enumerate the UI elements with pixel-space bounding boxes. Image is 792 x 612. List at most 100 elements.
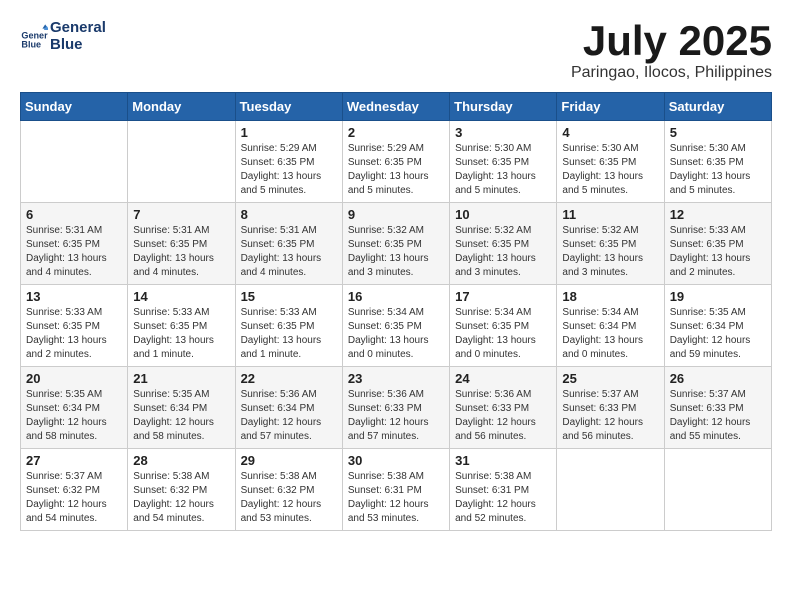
calendar-day-cell: 7 Sunrise: 5:31 AM Sunset: 6:35 PM Daylig… bbox=[128, 203, 235, 285]
day-number: 8 bbox=[241, 207, 337, 222]
day-info: Sunrise: 5:32 AM Sunset: 6:35 PM Dayligh… bbox=[455, 224, 551, 280]
weekday-header-cell: Saturday bbox=[664, 93, 771, 121]
calendar-day-cell bbox=[664, 449, 771, 531]
calendar-body: 1 Sunrise: 5:29 AM Sunset: 6:35 PM Daylig… bbox=[21, 121, 772, 531]
day-info: Sunrise: 5:30 AM Sunset: 6:35 PM Dayligh… bbox=[562, 142, 658, 198]
day-number: 14 bbox=[133, 289, 229, 304]
calendar-week-row: 27Sunrise: 5:37 AM Sunset: 6:32 PM Dayli… bbox=[21, 449, 772, 531]
calendar-day-cell: 21 Sunrise: 5:35 AM Sunset: 6:34 PM Dayli… bbox=[128, 367, 235, 449]
day-info: Sunrise: 5:36 AM Sunset: 6:33 PM Dayligh… bbox=[455, 388, 551, 444]
calendar-day-cell: 15 Sunrise: 5:33 AM Sunset: 6:35 PM Dayli… bbox=[235, 285, 342, 367]
day-info: Sunrise: 5:32 AM Sunset: 6:35 PM Dayligh… bbox=[348, 224, 444, 280]
day-number: 22 bbox=[241, 371, 337, 386]
calendar-day-cell: 29Sunrise: 5:38 AM Sunset: 6:32 PM Dayli… bbox=[235, 449, 342, 531]
day-info: Sunrise: 5:32 AM Sunset: 6:35 PM Dayligh… bbox=[562, 224, 658, 280]
day-info: Sunrise: 5:38 AM Sunset: 6:31 PM Dayligh… bbox=[348, 470, 444, 526]
day-number: 16 bbox=[348, 289, 444, 304]
day-number: 25 bbox=[562, 371, 658, 386]
day-number: 4 bbox=[562, 125, 658, 140]
calendar-week-row: 6 Sunrise: 5:31 AM Sunset: 6:35 PM Daylig… bbox=[21, 203, 772, 285]
day-number: 6 bbox=[26, 207, 122, 222]
day-info: Sunrise: 5:31 AM Sunset: 6:35 PM Dayligh… bbox=[26, 224, 122, 280]
day-number: 15 bbox=[241, 289, 337, 304]
calendar-day-cell: 1 Sunrise: 5:29 AM Sunset: 6:35 PM Daylig… bbox=[235, 121, 342, 203]
calendar-day-cell: 27Sunrise: 5:37 AM Sunset: 6:32 PM Dayli… bbox=[21, 449, 128, 531]
day-info: Sunrise: 5:30 AM Sunset: 6:35 PM Dayligh… bbox=[455, 142, 551, 198]
calendar-day-cell: 9Sunrise: 5:32 AM Sunset: 6:35 PM Daylig… bbox=[342, 203, 449, 285]
day-number: 1 bbox=[241, 125, 337, 140]
day-number: 10 bbox=[455, 207, 551, 222]
calendar-day-cell bbox=[557, 449, 664, 531]
logo-icon: General Blue bbox=[20, 23, 48, 51]
day-info: Sunrise: 5:36 AM Sunset: 6:34 PM Dayligh… bbox=[241, 388, 337, 444]
day-info: Sunrise: 5:38 AM Sunset: 6:32 PM Dayligh… bbox=[133, 470, 229, 526]
day-info: Sunrise: 5:35 AM Sunset: 6:34 PM Dayligh… bbox=[670, 306, 766, 362]
day-info: Sunrise: 5:30 AM Sunset: 6:35 PM Dayligh… bbox=[670, 142, 766, 198]
day-info: Sunrise: 5:29 AM Sunset: 6:35 PM Dayligh… bbox=[241, 142, 337, 198]
calendar-day-cell: 8 Sunrise: 5:31 AM Sunset: 6:35 PM Daylig… bbox=[235, 203, 342, 285]
calendar-day-cell: 11 Sunrise: 5:32 AM Sunset: 6:35 PM Dayli… bbox=[557, 203, 664, 285]
calendar-day-cell: 18 Sunrise: 5:34 AM Sunset: 6:34 PM Dayli… bbox=[557, 285, 664, 367]
weekday-header-row: SundayMondayTuesdayWednesdayThursdayFrid… bbox=[21, 93, 772, 121]
day-number: 7 bbox=[133, 207, 229, 222]
svg-text:Blue: Blue bbox=[21, 39, 41, 49]
day-info: Sunrise: 5:35 AM Sunset: 6:34 PM Dayligh… bbox=[26, 388, 122, 444]
day-info: Sunrise: 5:33 AM Sunset: 6:35 PM Dayligh… bbox=[133, 306, 229, 362]
day-info: Sunrise: 5:35 AM Sunset: 6:34 PM Dayligh… bbox=[133, 388, 229, 444]
weekday-header-cell: Monday bbox=[128, 93, 235, 121]
day-number: 18 bbox=[562, 289, 658, 304]
calendar-week-row: 1 Sunrise: 5:29 AM Sunset: 6:35 PM Daylig… bbox=[21, 121, 772, 203]
calendar-day-cell: 2Sunrise: 5:29 AM Sunset: 6:35 PM Daylig… bbox=[342, 121, 449, 203]
page-header: General Blue General Blue July 2025 Pari… bbox=[20, 20, 772, 82]
calendar-day-cell: 4 Sunrise: 5:30 AM Sunset: 6:35 PM Daylig… bbox=[557, 121, 664, 203]
calendar-week-row: 20Sunrise: 5:35 AM Sunset: 6:34 PM Dayli… bbox=[21, 367, 772, 449]
logo-general: General bbox=[50, 20, 106, 37]
day-number: 2 bbox=[348, 125, 444, 140]
calendar-day-cell bbox=[128, 121, 235, 203]
day-info: Sunrise: 5:38 AM Sunset: 6:32 PM Dayligh… bbox=[241, 470, 337, 526]
calendar-day-cell: 26Sunrise: 5:37 AM Sunset: 6:33 PM Dayli… bbox=[664, 367, 771, 449]
day-number: 26 bbox=[670, 371, 766, 386]
day-number: 19 bbox=[670, 289, 766, 304]
calendar-day-cell: 19 Sunrise: 5:35 AM Sunset: 6:34 PM Dayli… bbox=[664, 285, 771, 367]
calendar-day-cell: 25 Sunrise: 5:37 AM Sunset: 6:33 PM Dayli… bbox=[557, 367, 664, 449]
weekday-header-cell: Thursday bbox=[450, 93, 557, 121]
calendar-day-cell: 10 Sunrise: 5:32 AM Sunset: 6:35 PM Dayli… bbox=[450, 203, 557, 285]
month-title: July 2025 bbox=[571, 20, 772, 62]
calendar-day-cell: 12Sunrise: 5:33 AM Sunset: 6:35 PM Dayli… bbox=[664, 203, 771, 285]
day-number: 11 bbox=[562, 207, 658, 222]
day-number: 17 bbox=[455, 289, 551, 304]
calendar-day-cell: 14 Sunrise: 5:33 AM Sunset: 6:35 PM Dayli… bbox=[128, 285, 235, 367]
day-info: Sunrise: 5:34 AM Sunset: 6:34 PM Dayligh… bbox=[562, 306, 658, 362]
day-info: Sunrise: 5:37 AM Sunset: 6:33 PM Dayligh… bbox=[562, 388, 658, 444]
calendar-day-cell: 23 Sunrise: 5:36 AM Sunset: 6:33 PM Dayli… bbox=[342, 367, 449, 449]
weekday-header-cell: Tuesday bbox=[235, 93, 342, 121]
day-number: 21 bbox=[133, 371, 229, 386]
weekday-header-cell: Sunday bbox=[21, 93, 128, 121]
weekday-header-cell: Wednesday bbox=[342, 93, 449, 121]
day-number: 12 bbox=[670, 207, 766, 222]
calendar-day-cell: 16 Sunrise: 5:34 AM Sunset: 6:35 PM Dayli… bbox=[342, 285, 449, 367]
calendar-table: SundayMondayTuesdayWednesdayThursdayFrid… bbox=[20, 92, 772, 531]
day-info: Sunrise: 5:34 AM Sunset: 6:35 PM Dayligh… bbox=[455, 306, 551, 362]
logo-blue: Blue bbox=[50, 37, 106, 54]
calendar-day-cell: 20Sunrise: 5:35 AM Sunset: 6:34 PM Dayli… bbox=[21, 367, 128, 449]
day-number: 23 bbox=[348, 371, 444, 386]
day-number: 5 bbox=[670, 125, 766, 140]
day-info: Sunrise: 5:31 AM Sunset: 6:35 PM Dayligh… bbox=[241, 224, 337, 280]
calendar-day-cell: 5 Sunrise: 5:30 AM Sunset: 6:35 PM Daylig… bbox=[664, 121, 771, 203]
calendar-day-cell: 22 Sunrise: 5:36 AM Sunset: 6:34 PM Dayli… bbox=[235, 367, 342, 449]
day-info: Sunrise: 5:31 AM Sunset: 6:35 PM Dayligh… bbox=[133, 224, 229, 280]
day-number: 3 bbox=[455, 125, 551, 140]
calendar-day-cell: 28Sunrise: 5:38 AM Sunset: 6:32 PM Dayli… bbox=[128, 449, 235, 531]
day-number: 30 bbox=[348, 453, 444, 468]
day-info: Sunrise: 5:34 AM Sunset: 6:35 PM Dayligh… bbox=[348, 306, 444, 362]
weekday-header-cell: Friday bbox=[557, 93, 664, 121]
calendar-day-cell: 30 Sunrise: 5:38 AM Sunset: 6:31 PM Dayli… bbox=[342, 449, 449, 531]
day-number: 13 bbox=[26, 289, 122, 304]
location-title: Paringao, Ilocos, Philippines bbox=[571, 64, 772, 82]
calendar-day-cell: 31Sunrise: 5:38 AM Sunset: 6:31 PM Dayli… bbox=[450, 449, 557, 531]
day-info: Sunrise: 5:36 AM Sunset: 6:33 PM Dayligh… bbox=[348, 388, 444, 444]
day-info: Sunrise: 5:38 AM Sunset: 6:31 PM Dayligh… bbox=[455, 470, 551, 526]
day-info: Sunrise: 5:33 AM Sunset: 6:35 PM Dayligh… bbox=[241, 306, 337, 362]
